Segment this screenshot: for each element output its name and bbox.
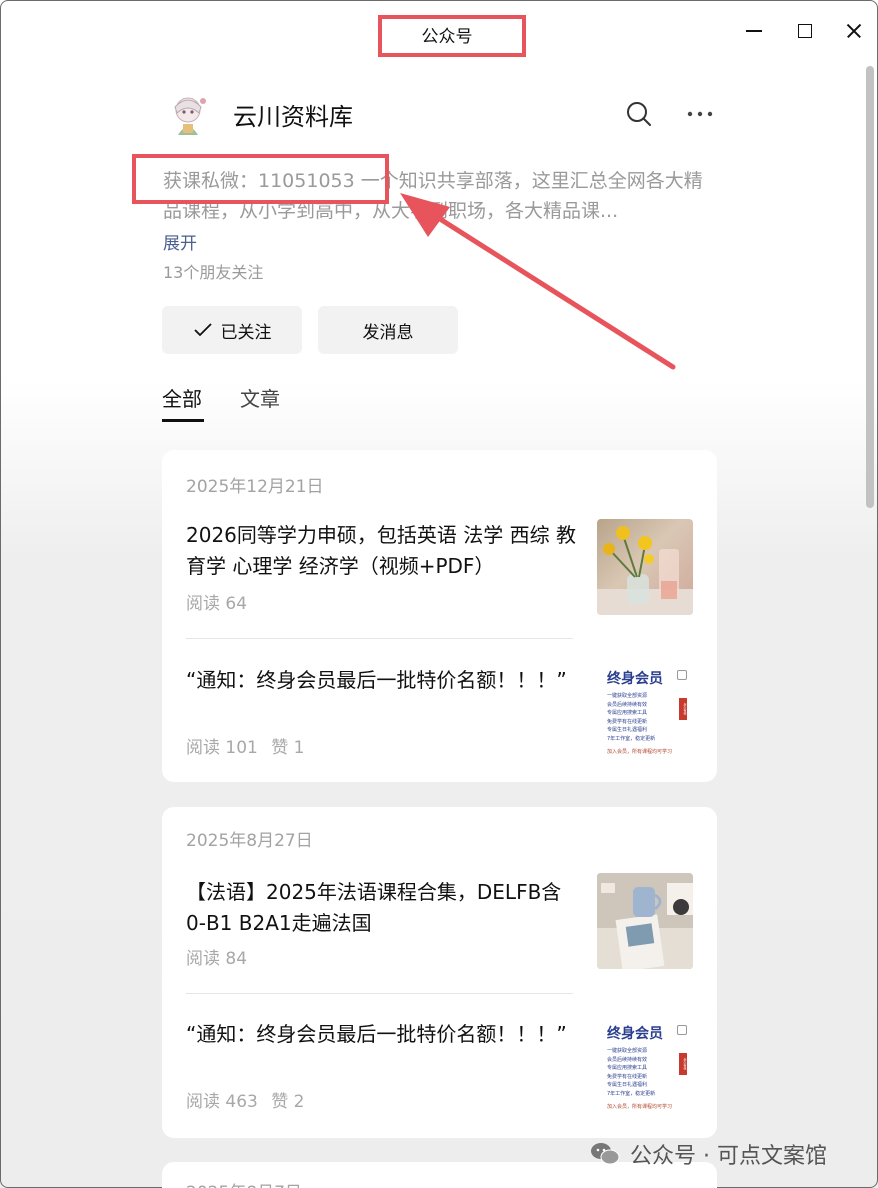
more-options-icon[interactable] (686, 104, 714, 124)
poster-footer: 加入会员，所有课程均可学习 (607, 749, 673, 755)
close-icon[interactable] (843, 20, 865, 42)
tab-articles[interactable]: 文章 (240, 383, 280, 412)
group-date: 2025年8月7日 (186, 1178, 302, 1188)
follow-button[interactable]: 已关注 (162, 306, 302, 354)
poster-heading: 终身会员 (607, 671, 663, 687)
poster-line: 免费学有在线更新 (607, 1073, 648, 1080)
poster-line: 专属生日礼遇福利 (607, 727, 648, 733)
article-meta: 阅读 463 赞 2 (186, 1087, 313, 1112)
divider (186, 993, 573, 994)
search-icon[interactable] (625, 100, 653, 128)
article-thumbnail[interactable] (597, 519, 693, 615)
cat-icon (677, 670, 687, 680)
read-count: 阅读 84 (186, 949, 248, 969)
poster-line: 7年工作室，稳定更新 (607, 1090, 656, 1097)
article-thumbnail[interactable]: 终身会员 一键获取全部资源 会员后续持续有效 专属应用搜索工具 免费学有在线更新… (597, 1021, 693, 1117)
poster-line: 7年工作室，稳定更新 (607, 735, 656, 742)
follow-label: 已关注 (220, 322, 272, 343)
article-title[interactable]: “通知：终身会员最后一批特价名额！！！” (186, 665, 576, 696)
title-bar: 公众号 (0, 0, 878, 64)
like-count: 赞 2 (271, 1092, 305, 1112)
poster-line: 会员后续持续有效 (607, 1056, 648, 1063)
expand-link[interactable]: 展开 (163, 229, 197, 254)
like-count: 赞 1 (271, 738, 305, 758)
poster-footer: 加入会员，所有课程均可学习 (607, 1104, 673, 1110)
poster-line: 专属应用搜索工具 (607, 710, 648, 716)
article-group-card: 2025年8月27日 【法语】2025年法语课程合集，DELFB含0-B1 B2… (162, 807, 717, 1138)
article-title[interactable]: 2026同等学力申硕，包括英语 法学 西综 教育学 心理学 经济学（视频+PDF… (186, 520, 576, 582)
poster-stamp: 永久有效 (679, 1053, 687, 1075)
article-meta: 阅读 84 (186, 944, 255, 969)
minimize-icon[interactable] (743, 20, 765, 42)
follower-count: 13个朋友关注 (163, 263, 264, 282)
wechat-icon (591, 1143, 620, 1165)
poster-line: 一键获取全部资源 (607, 1048, 648, 1054)
poster-line: 一键获取全部资源 (607, 693, 648, 699)
poster-heading: 终身会员 (607, 1026, 663, 1042)
message-label: 发消息 (362, 322, 414, 343)
poster-line: 会员后续持续有效 (607, 701, 648, 708)
scrollbar-thumb[interactable] (866, 66, 874, 508)
article-thumbnail[interactable]: 终身会员 一键获取全部资源 会员后续持续有效 专属应用搜索工具 免费学有在线更新… (597, 666, 693, 762)
read-count: 阅读 64 (186, 594, 248, 614)
article-meta: 阅读 101 赞 1 (186, 733, 313, 758)
window-title: 公众号 (421, 27, 473, 47)
avatar[interactable] (163, 91, 213, 141)
active-tab-indicator (162, 419, 204, 422)
divider (186, 638, 573, 639)
article-title[interactable]: 【法语】2025年法语课程合集，DELFB含0-B1 B2A1走遍法国 (186, 877, 576, 939)
group-date: 2025年8月27日 (186, 831, 313, 851)
tab-all[interactable]: 全部 (162, 383, 202, 412)
group-date: 2025年12月21日 (186, 477, 324, 497)
article-group-card: 2025年12月21日 2026同等学力申硕，包括英语 法学 西综 教育学 心理… (162, 450, 717, 782)
read-count: 阅读 101 (186, 738, 258, 758)
poster-stamp: 永久有效 (679, 698, 687, 720)
poster-line: 专属应用搜索工具 (607, 1065, 648, 1071)
poster-line: 专属生日礼遇福利 (607, 1082, 648, 1088)
poster-line: 免费学有在线更新 (607, 718, 648, 725)
article-thumbnail[interactable] (597, 873, 693, 969)
watermark: 公众号 · 可点文案馆 (590, 1138, 827, 1170)
watermark-text: 公众号 · 可点文案馆 (630, 1144, 827, 1169)
account-name: 云川资料库 (233, 103, 353, 131)
read-count: 阅读 463 (186, 1092, 258, 1112)
cat-icon (677, 1025, 687, 1035)
article-meta: 阅读 64 (186, 589, 255, 614)
annotation-highlight-box (132, 154, 389, 204)
check-icon (193, 323, 212, 337)
maximize-icon[interactable] (794, 20, 816, 42)
article-title[interactable]: “通知：终身会员最后一批特价名额！！！” (186, 1019, 576, 1050)
send-message-button[interactable]: 发消息 (318, 306, 458, 354)
